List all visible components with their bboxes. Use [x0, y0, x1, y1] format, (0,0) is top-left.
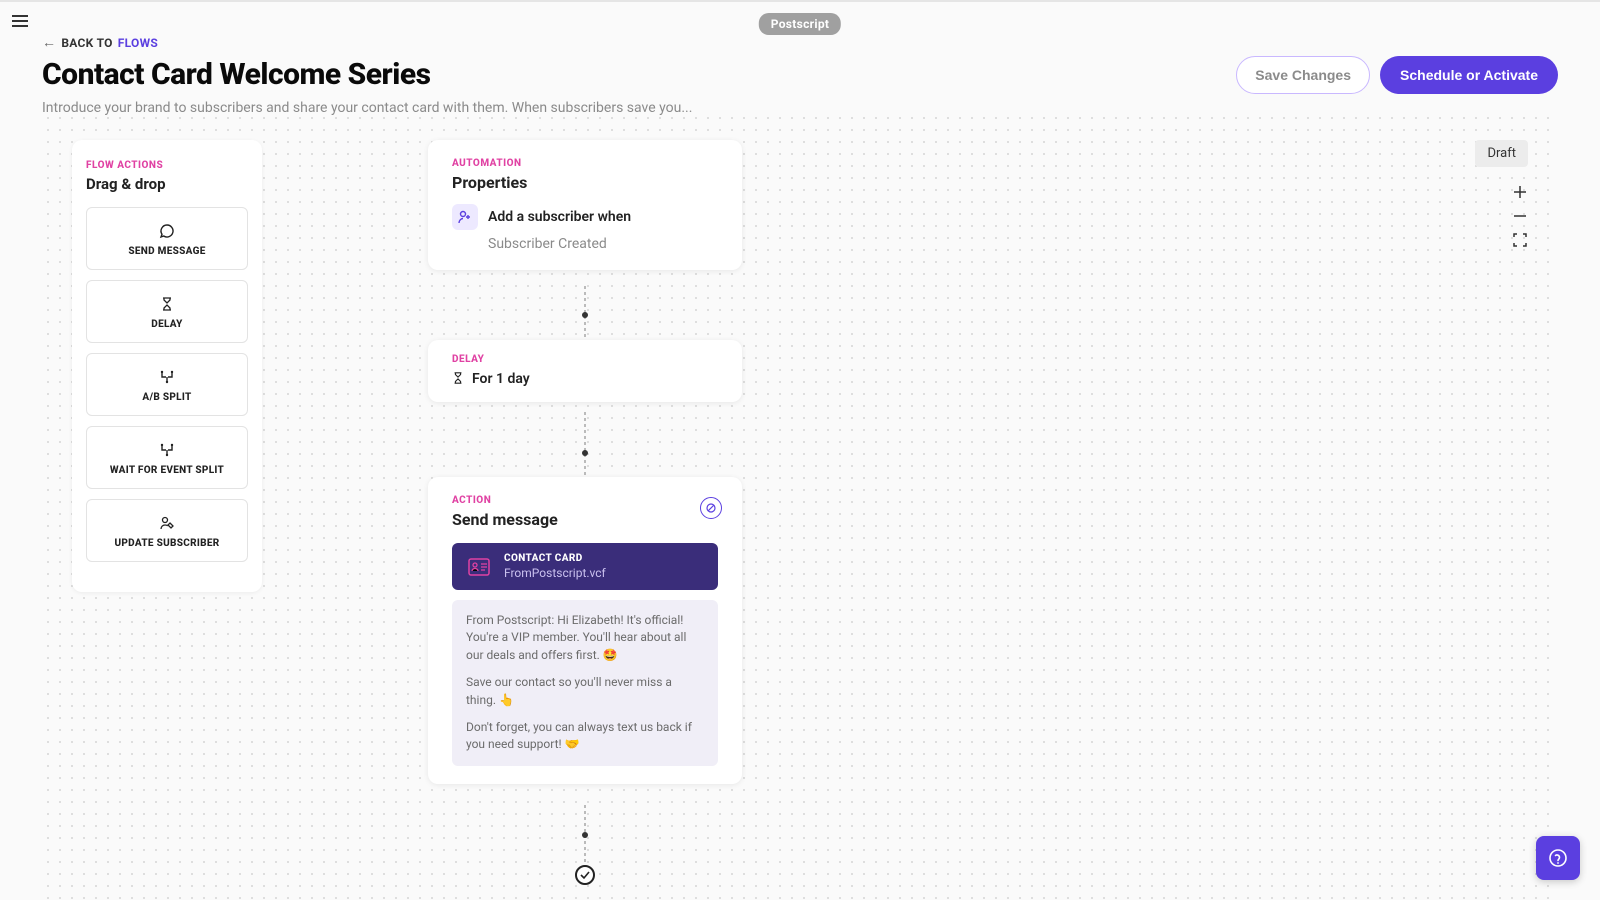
automation-node[interactable]: AUTOMATION Properties Add a subscriber w… [428, 140, 742, 270]
expand-icon [1513, 233, 1527, 247]
action-tile-update-subscriber[interactable]: UPDATE SUBSCRIBER [86, 499, 248, 562]
node-label: AUTOMATION [452, 158, 718, 169]
hourglass-icon [452, 369, 464, 388]
delay-row: For 1 day [452, 369, 718, 388]
delay-text: For 1 day [472, 371, 530, 387]
person-edit-icon [159, 514, 175, 532]
connector-dot[interactable] [582, 450, 588, 456]
action-tile-delay[interactable]: DELAY [86, 280, 248, 343]
menu-icon[interactable] [12, 15, 28, 27]
sidebar-title: Drag & drop [86, 175, 248, 193]
action-node[interactable]: ACTION Send message CONTACT CARD FromPos… [428, 477, 742, 784]
message-preview: From Postscript: Hi Elizabeth! It's offi… [452, 600, 718, 766]
back-link[interactable]: ← BACK TO FLOWS [42, 34, 158, 51]
arrow-left-icon: ← [42, 34, 56, 51]
zoom-controls [1506, 180, 1534, 252]
action-tile-label: A/B SPLIT [142, 392, 191, 403]
zoom-fit-button[interactable] [1506, 228, 1534, 252]
page-header: ← BACK TO FLOWS Contact Card Welcome Ser… [42, 32, 1558, 116]
action-tile-label: DELAY [151, 319, 182, 330]
action-tile-label: SEND MESSAGE [128, 246, 205, 257]
node-title: Properties [452, 173, 718, 192]
connector-dot[interactable] [582, 832, 588, 838]
node-label: ACTION [452, 495, 718, 506]
help-button[interactable] [1536, 836, 1580, 880]
back-target: FLOWS [118, 36, 158, 50]
schedule-activate-button[interactable]: Schedule or Activate [1380, 56, 1558, 94]
message-icon [159, 222, 175, 240]
contact-card-attachment: CONTACT CARD FromPostscript.vcf [452, 543, 718, 590]
save-changes-button[interactable]: Save Changes [1236, 56, 1370, 94]
action-tile-label: UPDATE SUBSCRIBER [114, 538, 219, 549]
trigger-value: Subscriber Created [488, 236, 718, 252]
hourglass-icon [160, 295, 174, 313]
message-line: Don't forget, you can always text us bac… [466, 719, 704, 754]
safe-messaging-icon [700, 497, 722, 519]
sidebar-label: FLOW ACTIONS [86, 160, 248, 171]
help-icon [1547, 847, 1569, 869]
message-line: From Postscript: Hi Elizabeth! It's offi… [466, 612, 704, 664]
delay-node[interactable]: DELAY For 1 day [428, 340, 742, 402]
contact-card-label: CONTACT CARD [504, 553, 606, 564]
plus-icon [1513, 185, 1527, 199]
action-tile-ab-split[interactable]: A/B SPLIT [86, 353, 248, 416]
flow-canvas[interactable]: Draft FLOW ACTIONS Drag & drop SEND MESS… [42, 112, 1558, 900]
connector [584, 412, 586, 477]
trigger-text: Add a subscriber when [488, 209, 631, 225]
person-add-icon [452, 204, 478, 230]
status-badge: Draft [1475, 140, 1528, 167]
back-prefix: BACK TO [61, 36, 112, 50]
action-tile-wait-event-split[interactable]: WAIT FOR EVENT SPLIT [86, 426, 248, 489]
minus-icon [1513, 209, 1527, 223]
zoom-out-button[interactable] [1506, 204, 1534, 228]
header-actions: Save Changes Schedule or Activate [1236, 56, 1558, 94]
end-node[interactable] [575, 865, 595, 885]
contact-card-filename: FromPostscript.vcf [504, 566, 606, 580]
zoom-in-button[interactable] [1506, 180, 1534, 204]
top-border [0, 0, 1600, 2]
split-icon [159, 441, 175, 459]
message-line: Save our contact so you'll never miss a … [466, 674, 704, 709]
split-icon [159, 368, 175, 386]
trigger-row: Add a subscriber when [452, 204, 718, 230]
connector-dot[interactable] [582, 312, 588, 318]
node-label: DELAY [452, 354, 718, 365]
action-tile-label: WAIT FOR EVENT SPLIT [110, 465, 224, 476]
flow-actions-panel: FLOW ACTIONS Drag & drop SEND MESSAGE DE… [72, 140, 262, 592]
node-title: Send message [452, 510, 718, 529]
check-icon [579, 869, 591, 881]
action-tile-send-message[interactable]: SEND MESSAGE [86, 207, 248, 270]
contact-card-icon [466, 554, 492, 580]
